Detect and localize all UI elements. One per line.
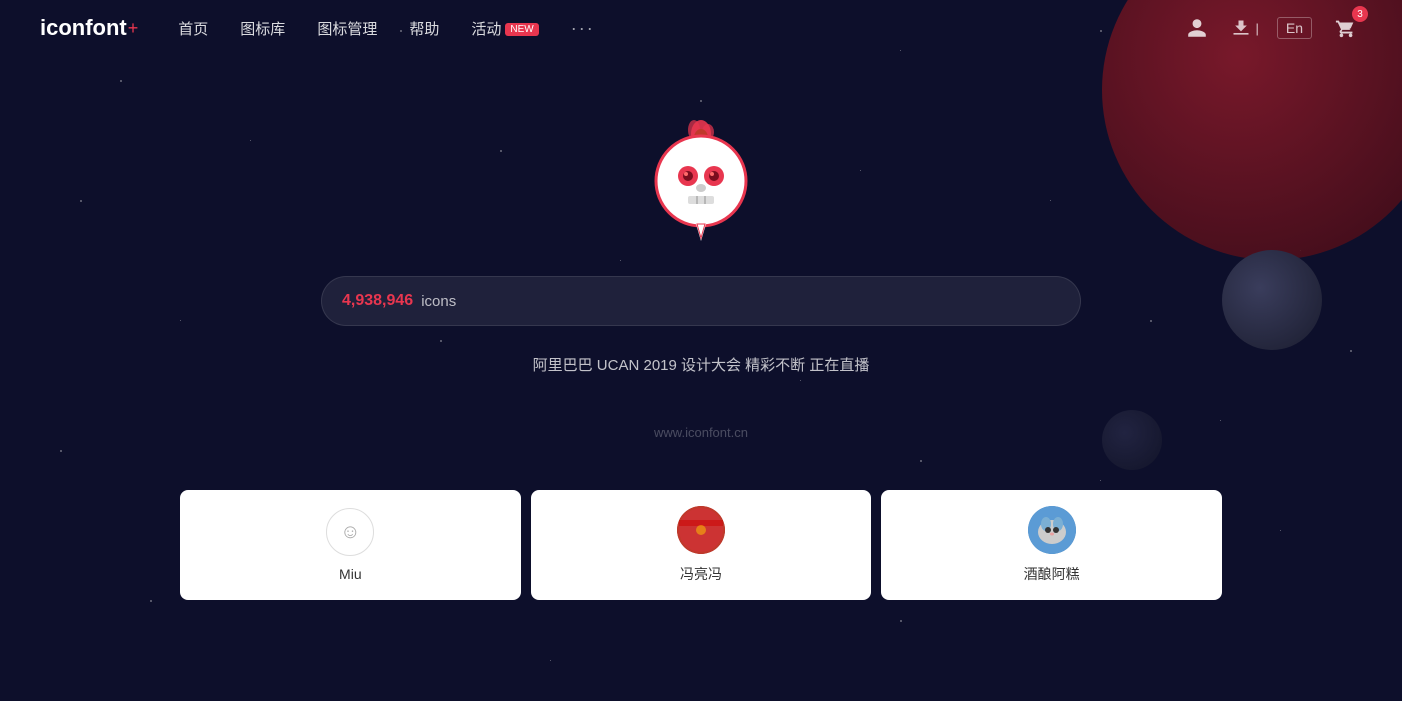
- card-name-feng: 冯亮冯: [680, 564, 722, 584]
- cart-badge: 3: [1352, 6, 1368, 22]
- cart-button[interactable]: 3: [1330, 12, 1362, 44]
- hero-section: 4,938,946 icons 阿里巴巴 UCAN 2019 设计大会 精彩不断…: [0, 56, 1402, 440]
- search-bar[interactable]: 4,938,946 icons: [321, 276, 1081, 326]
- nav-library[interactable]: 图标库: [240, 18, 285, 39]
- card-name-jiu: 酒酿阿糕: [1024, 564, 1080, 584]
- logo-text: iconfont: [40, 15, 127, 41]
- icon-label: icons: [421, 293, 456, 310]
- main-nav: iconfont+ 首页 图标库 图标管理 帮助 活动NEW ··· | En: [0, 0, 1402, 56]
- search-wrap: 4,938,946 icons: [321, 276, 1081, 326]
- logo-plus: +: [128, 18, 139, 39]
- upload-button[interactable]: |: [1231, 18, 1258, 38]
- upload-divider: |: [1255, 21, 1258, 36]
- url-text: www.iconfont.cn: [654, 425, 748, 440]
- cards-section: ☺ Miu 冯亮冯: [0, 490, 1402, 600]
- avatar-jiu: [1028, 506, 1076, 554]
- card-name-miu: Miu: [339, 566, 362, 582]
- avatar-miu: ☺: [326, 508, 374, 556]
- icon-count: 4,938,946: [342, 292, 413, 310]
- nav-right: | En 3: [1181, 12, 1362, 44]
- card-feng[interactable]: 冯亮冯: [531, 490, 872, 600]
- mascot: [646, 116, 756, 246]
- language-toggle[interactable]: En: [1277, 17, 1312, 39]
- card-miu[interactable]: ☺ Miu: [180, 490, 521, 600]
- nav-home[interactable]: 首页: [178, 18, 208, 39]
- nav-help[interactable]: 帮助: [409, 18, 439, 39]
- activity-badge: NEW: [505, 23, 538, 36]
- user-icon[interactable]: [1181, 12, 1213, 44]
- card-jiu[interactable]: 酒酿阿糕: [881, 490, 1222, 600]
- logo[interactable]: iconfont+: [40, 15, 138, 41]
- nav-links: 首页 图标库 图标管理 帮助 活动NEW ···: [178, 18, 1181, 39]
- nav-manage[interactable]: 图标管理: [317, 18, 377, 39]
- nav-more[interactable]: ···: [571, 18, 595, 39]
- avatar-feng: [677, 506, 725, 554]
- search-input[interactable]: [464, 293, 1060, 310]
- promo-text: 阿里巴巴 UCAN 2019 设计大会 精彩不断 正在直播: [533, 354, 870, 375]
- nav-activity[interactable]: 活动NEW: [471, 18, 538, 39]
